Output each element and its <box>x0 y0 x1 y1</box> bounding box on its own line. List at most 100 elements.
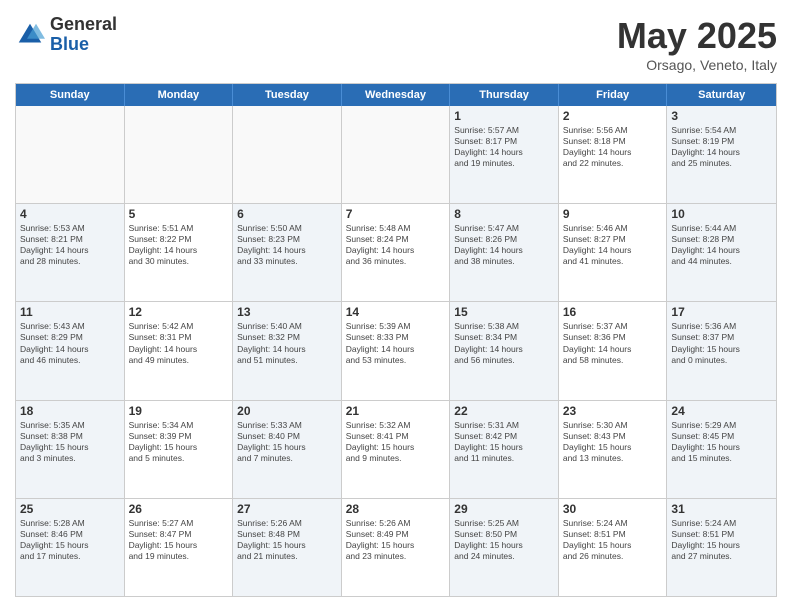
day-number: 8 <box>454 207 554 221</box>
day-number: 20 <box>237 404 337 418</box>
day-number: 15 <box>454 305 554 319</box>
day-number: 16 <box>563 305 663 319</box>
logo-general-text: General <box>50 15 117 35</box>
day-info: Sunrise: 5:27 AM Sunset: 8:47 PM Dayligh… <box>129 518 229 562</box>
calendar-header: SundayMondayTuesdayWednesdayThursdayFrid… <box>16 84 776 106</box>
day-number: 13 <box>237 305 337 319</box>
day-number: 18 <box>20 404 120 418</box>
calendar: SundayMondayTuesdayWednesdayThursdayFrid… <box>15 83 777 597</box>
calendar-cell-14: 14 Sunrise: 5:39 AM Sunset: 8:33 PM Dayli… <box>342 302 451 399</box>
calendar-cell-11: 11 Sunrise: 5:43 AM Sunset: 8:29 PM Dayli… <box>16 302 125 399</box>
day-number: 30 <box>563 502 663 516</box>
header-day-tuesday: Tuesday <box>233 84 342 106</box>
day-number: 14 <box>346 305 446 319</box>
calendar-cell-5: 5 Sunrise: 5:51 AM Sunset: 8:22 PM Daylig… <box>125 204 234 301</box>
day-info: Sunrise: 5:48 AM Sunset: 8:24 PM Dayligh… <box>346 223 446 267</box>
day-number: 29 <box>454 502 554 516</box>
calendar-row-2: 11 Sunrise: 5:43 AM Sunset: 8:29 PM Dayli… <box>16 302 776 400</box>
calendar-cell-10: 10Sunrise: 5:44 AM Sunset: 8:28 PM Dayli… <box>667 204 776 301</box>
day-number: 7 <box>346 207 446 221</box>
day-info: Sunrise: 5:50 AM Sunset: 8:23 PM Dayligh… <box>237 223 337 267</box>
day-info: Sunrise: 5:39 AM Sunset: 8:33 PM Dayligh… <box>346 321 446 365</box>
calendar-cell-20: 20 Sunrise: 5:33 AM Sunset: 8:40 PM Dayli… <box>233 401 342 498</box>
day-info: Sunrise: 5:56 AM Sunset: 8:18 PM Dayligh… <box>563 125 663 169</box>
day-info: Sunrise: 5:44 AM Sunset: 8:28 PM Dayligh… <box>671 223 772 267</box>
day-number: 22 <box>454 404 554 418</box>
day-info: Sunrise: 5:28 AM Sunset: 8:46 PM Dayligh… <box>20 518 120 562</box>
calendar-row-0: 1 Sunrise: 5:57 AM Sunset: 8:17 PM Daylig… <box>16 106 776 204</box>
calendar-cell-16: 16 Sunrise: 5:37 AM Sunset: 8:36 PM Dayli… <box>559 302 668 399</box>
calendar-cell-6: 6 Sunrise: 5:50 AM Sunset: 8:23 PM Daylig… <box>233 204 342 301</box>
calendar-cell-21: 21 Sunrise: 5:32 AM Sunset: 8:41 PM Dayli… <box>342 401 451 498</box>
logo: General Blue <box>15 15 117 55</box>
day-info: Sunrise: 5:47 AM Sunset: 8:26 PM Dayligh… <box>454 223 554 267</box>
calendar-cell-29: 29 Sunrise: 5:25 AM Sunset: 8:50 PM Dayli… <box>450 499 559 596</box>
day-info: Sunrise: 5:25 AM Sunset: 8:50 PM Dayligh… <box>454 518 554 562</box>
calendar-cell-17: 17 Sunrise: 5:36 AM Sunset: 8:37 PM Dayli… <box>667 302 776 399</box>
day-info: Sunrise: 5:26 AM Sunset: 8:48 PM Dayligh… <box>237 518 337 562</box>
day-info: Sunrise: 5:35 AM Sunset: 8:38 PM Dayligh… <box>20 420 120 464</box>
day-info: Sunrise: 5:54 AM Sunset: 8:19 PM Dayligh… <box>671 125 772 169</box>
day-number: 21 <box>346 404 446 418</box>
day-info: Sunrise: 5:42 AM Sunset: 8:31 PM Dayligh… <box>129 321 229 365</box>
calendar-cell-28: 28 Sunrise: 5:26 AM Sunset: 8:49 PM Dayli… <box>342 499 451 596</box>
day-info: Sunrise: 5:24 AM Sunset: 8:51 PM Dayligh… <box>563 518 663 562</box>
day-info: Sunrise: 5:51 AM Sunset: 8:22 PM Dayligh… <box>129 223 229 267</box>
day-number: 3 <box>671 109 772 123</box>
day-info: Sunrise: 5:32 AM Sunset: 8:41 PM Dayligh… <box>346 420 446 464</box>
day-info: Sunrise: 5:36 AM Sunset: 8:37 PM Dayligh… <box>671 321 772 365</box>
calendar-cell-23: 23Sunrise: 5:30 AM Sunset: 8:43 PM Dayli… <box>559 401 668 498</box>
calendar-subtitle: Orsago, Veneto, Italy <box>617 57 777 73</box>
day-number: 27 <box>237 502 337 516</box>
calendar-cell-22: 22 Sunrise: 5:31 AM Sunset: 8:42 PM Dayli… <box>450 401 559 498</box>
calendar-cell-18: 18 Sunrise: 5:35 AM Sunset: 8:38 PM Dayli… <box>16 401 125 498</box>
calendar-cell-30: 30 Sunrise: 5:24 AM Sunset: 8:51 PM Dayli… <box>559 499 668 596</box>
logo-icon <box>15 20 45 50</box>
day-number: 11 <box>20 305 120 319</box>
logo-blue-text: Blue <box>50 35 117 55</box>
day-number: 17 <box>671 305 772 319</box>
calendar-cell-24: 24Sunrise: 5:29 AM Sunset: 8:45 PM Dayli… <box>667 401 776 498</box>
calendar-cell-27: 27 Sunrise: 5:26 AM Sunset: 8:48 PM Dayli… <box>233 499 342 596</box>
calendar-cell-empty-0-3 <box>342 106 451 203</box>
day-number: 19 <box>129 404 229 418</box>
day-number: 5 <box>129 207 229 221</box>
day-number: 24 <box>671 404 772 418</box>
day-info: Sunrise: 5:43 AM Sunset: 8:29 PM Dayligh… <box>20 321 120 365</box>
day-info: Sunrise: 5:33 AM Sunset: 8:40 PM Dayligh… <box>237 420 337 464</box>
page: General Blue May 2025 Orsago, Veneto, It… <box>0 0 792 612</box>
header-day-thursday: Thursday <box>450 84 559 106</box>
day-number: 31 <box>671 502 772 516</box>
calendar-cell-26: 26Sunrise: 5:27 AM Sunset: 8:47 PM Dayli… <box>125 499 234 596</box>
day-info: Sunrise: 5:26 AM Sunset: 8:49 PM Dayligh… <box>346 518 446 562</box>
header-day-saturday: Saturday <box>667 84 776 106</box>
day-info: Sunrise: 5:24 AM Sunset: 8:51 PM Dayligh… <box>671 518 772 562</box>
day-number: 1 <box>454 109 554 123</box>
calendar-cell-empty-0-2 <box>233 106 342 203</box>
day-number: 6 <box>237 207 337 221</box>
calendar-cell-3: 3 Sunrise: 5:54 AM Sunset: 8:19 PM Daylig… <box>667 106 776 203</box>
day-info: Sunrise: 5:57 AM Sunset: 8:17 PM Dayligh… <box>454 125 554 169</box>
calendar-title: May 2025 <box>617 15 777 57</box>
logo-text: General Blue <box>50 15 117 55</box>
calendar-cell-4: 4Sunrise: 5:53 AM Sunset: 8:21 PM Daylig… <box>16 204 125 301</box>
header-day-monday: Monday <box>125 84 234 106</box>
day-number: 23 <box>563 404 663 418</box>
day-info: Sunrise: 5:34 AM Sunset: 8:39 PM Dayligh… <box>129 420 229 464</box>
calendar-cell-2: 2Sunrise: 5:56 AM Sunset: 8:18 PM Daylig… <box>559 106 668 203</box>
day-info: Sunrise: 5:40 AM Sunset: 8:32 PM Dayligh… <box>237 321 337 365</box>
header-day-sunday: Sunday <box>16 84 125 106</box>
day-number: 12 <box>129 305 229 319</box>
day-info: Sunrise: 5:38 AM Sunset: 8:34 PM Dayligh… <box>454 321 554 365</box>
calendar-cell-19: 19 Sunrise: 5:34 AM Sunset: 8:39 PM Dayli… <box>125 401 234 498</box>
header: General Blue May 2025 Orsago, Veneto, It… <box>15 15 777 73</box>
calendar-cell-1: 1 Sunrise: 5:57 AM Sunset: 8:17 PM Daylig… <box>450 106 559 203</box>
day-number: 4 <box>20 207 120 221</box>
calendar-cell-15: 15 Sunrise: 5:38 AM Sunset: 8:34 PM Dayli… <box>450 302 559 399</box>
day-number: 9 <box>563 207 663 221</box>
calendar-cell-13: 13 Sunrise: 5:40 AM Sunset: 8:32 PM Dayli… <box>233 302 342 399</box>
calendar-cell-7: 7 Sunrise: 5:48 AM Sunset: 8:24 PM Daylig… <box>342 204 451 301</box>
day-info: Sunrise: 5:37 AM Sunset: 8:36 PM Dayligh… <box>563 321 663 365</box>
day-number: 28 <box>346 502 446 516</box>
day-info: Sunrise: 5:31 AM Sunset: 8:42 PM Dayligh… <box>454 420 554 464</box>
